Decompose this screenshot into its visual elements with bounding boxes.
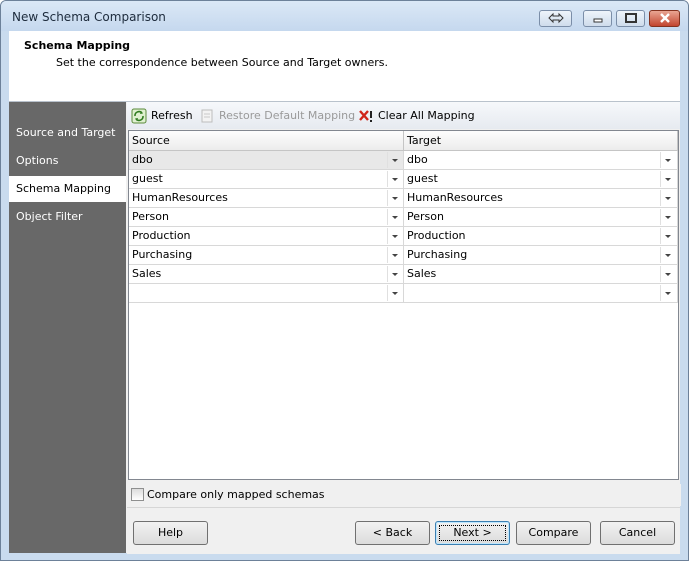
wizard-button-bar: Help < Back Next > Compare Cancel: [127, 507, 680, 554]
compare-button[interactable]: Compare: [516, 521, 591, 545]
target-value: Purchasing: [407, 248, 468, 261]
restore-layout-button[interactable]: [539, 10, 572, 27]
restore-icon: [201, 109, 213, 123]
target-value: dbo: [407, 153, 428, 166]
target-value: Person: [407, 210, 444, 223]
sidebar-item-source-and-target[interactable]: Source and Target: [9, 120, 126, 146]
source-dropdown-button[interactable]: [387, 171, 403, 187]
page-title: Schema Mapping: [24, 39, 131, 52]
target-cell[interactable]: Purchasing: [404, 246, 678, 265]
source-cell[interactable]: Person: [129, 208, 404, 227]
compare-only-mapped-option: Compare only mapped schemas: [128, 484, 681, 506]
schema-mapping-grid: Source Target dbo dbo guest guest HumanR…: [128, 130, 679, 480]
source-dropdown-button[interactable]: [387, 266, 403, 282]
refresh-icon: [131, 108, 147, 124]
close-button[interactable]: [649, 10, 680, 27]
table-row[interactable]: Person Person: [129, 208, 678, 227]
target-dropdown-button[interactable]: [660, 228, 676, 244]
sidebar-item-schema-mapping[interactable]: Schema Mapping: [9, 176, 126, 202]
source-cell[interactable]: [129, 284, 404, 303]
source-value: HumanResources: [132, 191, 228, 204]
minimize-icon: [593, 18, 602, 23]
source-cell[interactable]: HumanResources: [129, 189, 404, 208]
target-cell[interactable]: dbo: [404, 151, 678, 170]
source-value: Person: [132, 210, 169, 223]
sidebar-item-object-filter[interactable]: Object Filter: [9, 204, 126, 230]
next-button[interactable]: Next >: [435, 521, 510, 545]
clear-all-mapping-button[interactable]: Clear All Mapping: [358, 107, 478, 125]
target-value: guest: [407, 172, 438, 185]
target-dropdown-button[interactable]: [660, 152, 676, 168]
source-dropdown-button[interactable]: [387, 152, 403, 168]
restore-default-mapping-button[interactable]: Restore Default Mapping: [199, 107, 359, 125]
source-dropdown-button[interactable]: [387, 209, 403, 225]
source-value: Sales: [132, 267, 162, 280]
sidebar-item-options[interactable]: Options: [9, 148, 126, 174]
table-row[interactable]: Production Production: [129, 227, 678, 246]
refresh-button[interactable]: Refresh: [131, 107, 193, 125]
help-button[interactable]: Help: [133, 521, 208, 545]
target-cell[interactable]: HumanResources: [404, 189, 678, 208]
table-row[interactable]: guest guest: [129, 170, 678, 189]
source-dropdown-button[interactable]: [387, 285, 403, 301]
table-row[interactable]: Sales Sales: [129, 265, 678, 284]
source-value: Production: [132, 229, 191, 242]
target-dropdown-button[interactable]: [660, 266, 676, 282]
back-label: < Back: [372, 526, 413, 539]
target-dropdown-button[interactable]: [660, 247, 676, 263]
compare-only-mapped-checkbox[interactable]: [131, 488, 144, 501]
source-column-header[interactable]: Source: [129, 131, 404, 151]
source-value: dbo: [132, 153, 153, 166]
window-title: New Schema Comparison: [12, 10, 166, 24]
target-dropdown-button[interactable]: [660, 190, 676, 206]
dialog-window: New Schema Comparison Schema Mapping Set…: [0, 0, 689, 561]
wizard-sidebar: Source and Target Options Schema Mapping…: [9, 102, 126, 553]
source-dropdown-button[interactable]: [387, 228, 403, 244]
compare-only-mapped-label[interactable]: Compare only mapped schemas: [147, 488, 325, 501]
restore-default-mapping-label: Restore Default Mapping: [219, 109, 356, 122]
source-value: guest: [132, 172, 163, 185]
target-dropdown-button[interactable]: [660, 171, 676, 187]
back-button[interactable]: < Back: [355, 521, 430, 545]
source-cell[interactable]: Purchasing: [129, 246, 404, 265]
source-dropdown-button[interactable]: [387, 247, 403, 263]
cancel-button[interactable]: Cancel: [600, 521, 675, 545]
source-cell[interactable]: dbo: [129, 151, 404, 170]
source-cell[interactable]: guest: [129, 170, 404, 189]
close-icon: [659, 13, 670, 23]
maximize-button[interactable]: [616, 10, 645, 27]
target-cell[interactable]: guest: [404, 170, 678, 189]
target-cell[interactable]: Person: [404, 208, 678, 227]
minimize-button[interactable]: [583, 10, 612, 27]
maximize-icon: [624, 13, 637, 23]
source-value: Purchasing: [132, 248, 193, 261]
target-dropdown-button[interactable]: [660, 285, 676, 301]
page-subtitle: Set the correspondence between Source an…: [56, 56, 388, 69]
table-row[interactable]: dbo dbo: [129, 151, 678, 170]
wizard-body: Source and Target Options Schema Mapping…: [9, 102, 681, 554]
title-bar[interactable]: New Schema Comparison: [1, 1, 688, 31]
target-column-header[interactable]: Target: [404, 131, 678, 151]
target-value: Sales: [407, 267, 437, 280]
refresh-label: Refresh: [151, 109, 193, 122]
wizard-header: Schema Mapping Set the correspondence be…: [9, 31, 680, 102]
source-dropdown-button[interactable]: [387, 190, 403, 206]
target-value: HumanResources: [407, 191, 503, 204]
double-arrow-icon: [547, 12, 564, 24]
table-row[interactable]: HumanResources HumanResources: [129, 189, 678, 208]
target-cell[interactable]: Production: [404, 227, 678, 246]
source-cell[interactable]: Sales: [129, 265, 404, 284]
source-cell[interactable]: Production: [129, 227, 404, 246]
target-cell[interactable]: Sales: [404, 265, 678, 284]
table-row-new[interactable]: [129, 284, 678, 303]
target-dropdown-button[interactable]: [660, 209, 676, 225]
table-row[interactable]: Purchasing Purchasing: [129, 246, 678, 265]
target-value: Production: [407, 229, 466, 242]
clear-icon: [359, 110, 372, 122]
clear-all-mapping-label: Clear All Mapping: [378, 109, 475, 122]
mapping-toolbar: Refresh Restore Default Mapping Clear Al…: [127, 102, 680, 129]
target-cell[interactable]: [404, 284, 678, 303]
